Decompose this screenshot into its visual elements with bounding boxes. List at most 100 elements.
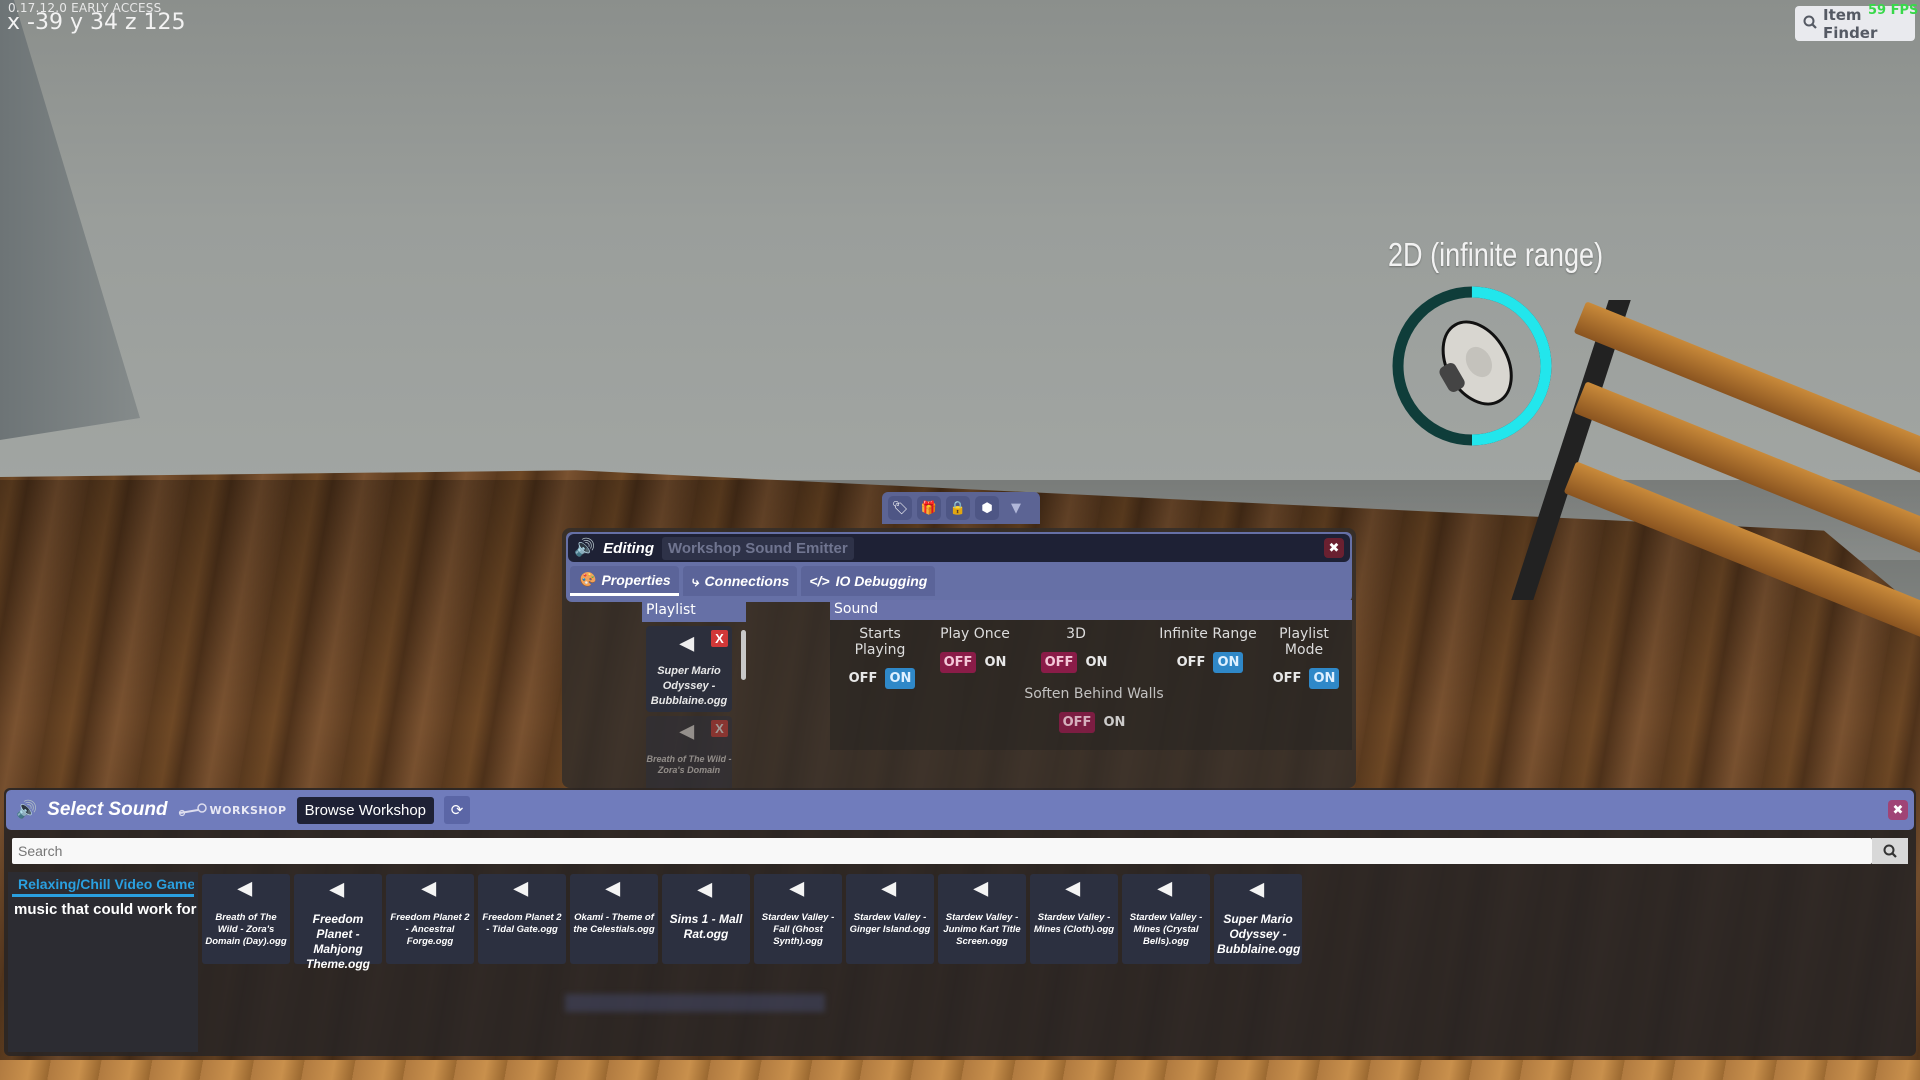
select-sound-window: 🔊 Select Sound WORKSHOP Browse Workshop … (4, 788, 1916, 1056)
sound-tile[interactable]: ◀ Freedom Planet 2 - Tidal Gate.ogg (478, 874, 566, 964)
tab-connections[interactable]: ⤷ Connections (682, 566, 798, 596)
toggle-switch[interactable]: OFF ON (1158, 652, 1258, 673)
speaker-icon (1439, 320, 1513, 406)
toggle-switch[interactable]: OFF ON (1026, 652, 1126, 673)
off-option[interactable]: OFF (1040, 652, 1078, 673)
sound-tile[interactable]: ◀ Stardew Valley - Fall (Ghost Synth).og… (754, 874, 842, 964)
fps-counter: 59 FPS (1868, 3, 1919, 18)
search-input[interactable] (12, 838, 1872, 864)
remove-icon[interactable]: X (711, 720, 728, 737)
object-toolbar: 🏷 🎁 🔒 ⬢ ▼ (882, 492, 1040, 524)
on-option[interactable]: ON (885, 668, 916, 689)
speaker-icon: ◀ (1066, 878, 1080, 898)
on-option[interactable]: ON (980, 652, 1010, 673)
editing-titlebar[interactable]: 🔊 Editing Workshop Sound Emitter ✖ (568, 534, 1350, 562)
category-description: music that could work for (14, 901, 197, 918)
speaker-icon: ◀ (514, 878, 528, 898)
dropdown-triangle-icon[interactable]: ▼ (1004, 496, 1028, 520)
sound-tile[interactable]: ◀ Stardew Valley - Ginger Island.ogg (846, 874, 934, 964)
close-icon[interactable]: ✖ (1888, 800, 1908, 820)
sound-tile[interactable]: ◀ Stardew Valley - Mines (Cloth).ogg (1030, 874, 1118, 964)
toggle-switch[interactable]: OFF ON (1258, 668, 1350, 689)
close-icon[interactable]: ✖ (1324, 538, 1344, 558)
editing-window-header: 🔊 Editing Workshop Sound Emitter ✖ 🎨 Pro… (566, 532, 1352, 602)
sound-tile[interactable]: ◀ Sims 1 - Mall Rat.ogg (662, 874, 750, 964)
toggle-label: Starts Playing (854, 626, 906, 658)
tab-properties[interactable]: 🎨 Properties (570, 566, 679, 596)
playlist-item[interactable]: ◀ X Breath of The Wild - Zora's Domain (646, 716, 732, 788)
select-sound-title: Select Sound (47, 799, 168, 820)
toggle-switch[interactable]: OFF ON (994, 712, 1194, 733)
speaker-icon: 🔊 (574, 538, 596, 558)
on-option[interactable]: ON (1309, 668, 1340, 689)
category-panel: Relaxing/Chill Video Game music that cou… (8, 872, 198, 1052)
sound-tile[interactable]: ◀ Freedom Planet 2 - Ancestral Forge.ogg (386, 874, 474, 964)
sound-tile[interactable]: ◀ Freedom Planet - Mahjong Theme.ogg (294, 874, 382, 971)
on-option[interactable]: ON (1213, 652, 1244, 673)
category-title[interactable]: Relaxing/Chill Video Game (12, 872, 194, 897)
steam-workshop-logo: WORKSHOP (178, 803, 287, 817)
tab-io-debugging[interactable]: </> IO Debugging (801, 566, 936, 596)
speaker-icon: ◀ (606, 878, 620, 898)
off-option[interactable]: OFF (1269, 668, 1306, 689)
playlist-panel: Playlist ◀ X Super Mario Odyssey - Bubbl… (642, 600, 746, 788)
workshop-logo-text: WORKSHOP (209, 803, 287, 817)
railing-bar (1563, 461, 1920, 651)
sound-tile[interactable]: ◀ Stardew Valley - Junimo Kart Title Scr… (938, 874, 1026, 964)
sound-tile[interactable]: ◀ Super Mario Odyssey - Bubblaine.ogg (1214, 874, 1302, 964)
speaker-icon: ◀ (330, 879, 344, 899)
object-name-field[interactable]: Workshop Sound Emitter (662, 536, 854, 560)
toggle-starts-playing: Starts Playing OFF ON (832, 620, 928, 689)
sound-tile[interactable]: ◀ Okami - Theme of the Celestials.ogg (570, 874, 658, 964)
select-sound-header: 🔊 Select Sound WORKSHOP Browse Workshop … (6, 790, 1914, 830)
sound-tile-label: Breath of The Wild - Zora's Domain (Day)… (205, 912, 287, 947)
on-option[interactable]: ON (1099, 712, 1129, 733)
tab-label: Connections (704, 573, 790, 589)
search-icon[interactable] (1872, 838, 1908, 864)
off-option[interactable]: OFF (939, 652, 977, 673)
toggle-3d: 3D OFF ON (1026, 620, 1126, 673)
off-option[interactable]: OFF (845, 668, 882, 689)
sound-tile-label: Stardew Valley - Mines (Crystal Bells).o… (1129, 912, 1203, 947)
refresh-icon[interactable]: ⟳ (444, 796, 470, 824)
speaker-icon: ◀ (680, 633, 694, 653)
toggle-infinite-range: Infinite Range OFF ON (1158, 620, 1258, 673)
toggle-label: Play Once (940, 626, 1010, 642)
sound-tile-label: Stardew Valley - Ginger Island.ogg (849, 912, 931, 935)
coordinates-readout: x -39 y 34 z 125 (7, 10, 186, 35)
remove-icon[interactable]: X (711, 630, 728, 647)
sound-tile-label: Stardew Valley - Fall (Ghost Synth).ogg (761, 912, 835, 947)
editing-title: Editing (603, 539, 654, 557)
emitter-range-label: 2D (infinite range) (1388, 236, 1604, 273)
off-option[interactable]: OFF (1173, 652, 1210, 673)
off-option[interactable]: OFF (1058, 712, 1096, 733)
tab-label: IO Debugging (835, 573, 928, 589)
toggle-label: Soften Behind Walls (1024, 686, 1164, 702)
cube-icon[interactable]: ⬢ (975, 496, 999, 520)
sound-tile-label: Freedom Planet 2 - Ancestral Forge.ogg (390, 912, 470, 947)
tag-icon[interactable]: 🏷 (888, 496, 912, 520)
sound-tile[interactable]: ◀ Stardew Valley - Mines (Crystal Bells)… (1122, 874, 1210, 964)
gift-icon[interactable]: 🎁 (917, 496, 941, 520)
speaker-icon: ◀ (1250, 879, 1264, 899)
playlist-header: Playlist (642, 600, 746, 622)
speaker-icon: ◀ (790, 878, 804, 898)
sound-tile[interactable]: ◀ Breath of The Wild - Zora's Domain (Da… (202, 874, 290, 964)
sound-tile-label: Stardew Valley - Mines (Cloth).ogg (1033, 912, 1115, 935)
toggle-switch[interactable]: OFF ON (832, 668, 928, 689)
speaker-icon: ◀ (680, 721, 694, 741)
speaker-icon: 🔊 (16, 800, 38, 820)
sound-emitter-object[interactable] (1388, 282, 1556, 450)
speaker-icon: ◀ (1158, 878, 1172, 898)
toggle-play-once: Play Once OFF ON (932, 620, 1018, 673)
toggle-label: Playlist Mode (1279, 626, 1329, 658)
toggle-switch[interactable]: OFF ON (932, 652, 1018, 673)
toggle-playlist-mode: Playlist Mode OFF ON (1258, 620, 1350, 689)
lock-icon[interactable]: 🔒 (946, 496, 970, 520)
editing-window: 🔊 Editing Workshop Sound Emitter ✖ 🎨 Pro… (562, 528, 1356, 788)
on-option[interactable]: ON (1081, 652, 1111, 673)
playlist-item[interactable]: ◀ X Super Mario Odyssey - Bubblaine.ogg (646, 626, 732, 712)
browse-workshop-button[interactable]: Browse Workshop (296, 796, 434, 824)
playlist-scrollbar[interactable] (741, 630, 746, 680)
plug-icon: ⤷ (690, 572, 699, 589)
